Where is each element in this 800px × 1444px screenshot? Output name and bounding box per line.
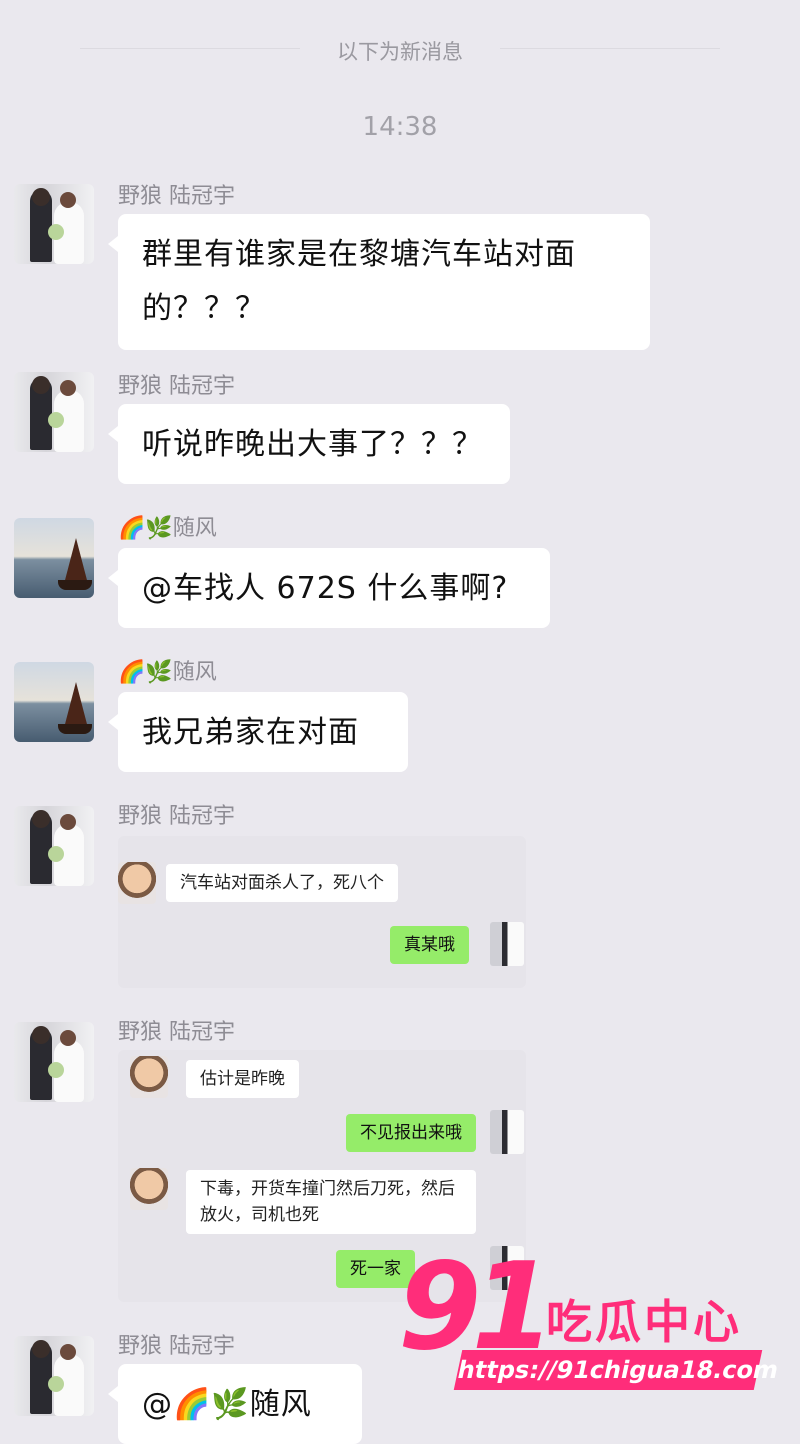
message-text: 我兄弟家在对面 — [142, 715, 359, 750]
baby-avatar-icon — [118, 862, 156, 904]
avatar-wedding-photo[interactable] — [14, 1022, 94, 1102]
message-text: 听说昨晚出大事了？？？ — [142, 427, 483, 462]
screenshot-sent-bubble: 不见报出来哦 — [346, 1114, 476, 1152]
watermark-url: https://91chigua18.com — [453, 1350, 781, 1390]
sender-name: 野狼 陆冠宇 — [118, 374, 235, 399]
image-message-screenshot[interactable]: 汽车站对面杀人了，死八个 真某哦 — [118, 836, 526, 988]
watermark-site-name: 吃瓜中心 — [546, 1295, 742, 1349]
screenshot-text-line: 放火，司机也死 — [200, 1205, 319, 1225]
message-bubble[interactable]: 群里有谁家是在黎塘汽车站对面 的？？？ — [108, 214, 650, 350]
avatar-wedding-photo[interactable] — [14, 1336, 94, 1416]
screenshot-message-bubble: 下毒，开货车撞门然后刀死，然后 放火，司机也死 — [186, 1170, 476, 1234]
divider-line-right — [500, 48, 720, 49]
message-bubble[interactable]: 听说昨晚出大事了？？？ — [108, 404, 510, 484]
wedding-avatar-icon — [490, 1110, 524, 1154]
sender-name: 🌈🌿随风 — [118, 516, 217, 541]
message-bubble[interactable]: 我兄弟家在对面 — [108, 692, 408, 772]
wedding-avatar-icon — [490, 922, 524, 966]
baby-avatar-icon — [130, 1056, 168, 1098]
avatar-sailboat-photo[interactable] — [14, 518, 94, 598]
avatar-wedding-photo[interactable] — [14, 806, 94, 886]
message-text-line: 群里有谁家是在黎塘汽车站对面 — [142, 237, 576, 272]
message-text: @🌈🌿随风 — [142, 1387, 312, 1422]
avatar-wedding-photo[interactable] — [14, 184, 94, 264]
new-messages-label: 以下为新消息 — [337, 40, 463, 64]
sender-name: 野狼 陆冠宇 — [118, 1020, 235, 1045]
sender-name: 野狼 陆冠宇 — [118, 184, 235, 209]
sender-name: 野狼 陆冠宇 — [118, 1334, 235, 1359]
avatar-wedding-photo[interactable] — [14, 372, 94, 452]
new-messages-divider: 以下为新消息 — [0, 30, 800, 66]
screenshot-message-bubble: 估计是昨晚 — [186, 1060, 299, 1098]
message-bubble[interactable]: @🌈🌿随风 — [108, 1364, 362, 1444]
screenshot-text-line: 下毒，开货车撞门然后刀死，然后 — [200, 1179, 455, 1199]
message-text-line: 的？？？ — [142, 291, 266, 326]
message-bubble[interactable]: @车找人 672S 什么事啊? — [108, 548, 550, 628]
site-watermark: 91 吃瓜中心 https://91chigua18.com — [398, 1248, 781, 1398]
message-text: @车找人 672S 什么事啊? — [142, 571, 509, 606]
sender-name: 野狼 陆冠宇 — [118, 804, 235, 829]
screenshot-message-bubble: 汽车站对面杀人了，死八个 — [166, 864, 398, 902]
sender-name: 🌈🌿随风 — [118, 660, 217, 685]
baby-avatar-icon — [130, 1168, 168, 1210]
avatar-sailboat-photo[interactable] — [14, 662, 94, 742]
message-timestamp: 14:38 — [362, 112, 438, 142]
screenshot-sent-bubble: 真某哦 — [390, 926, 469, 964]
